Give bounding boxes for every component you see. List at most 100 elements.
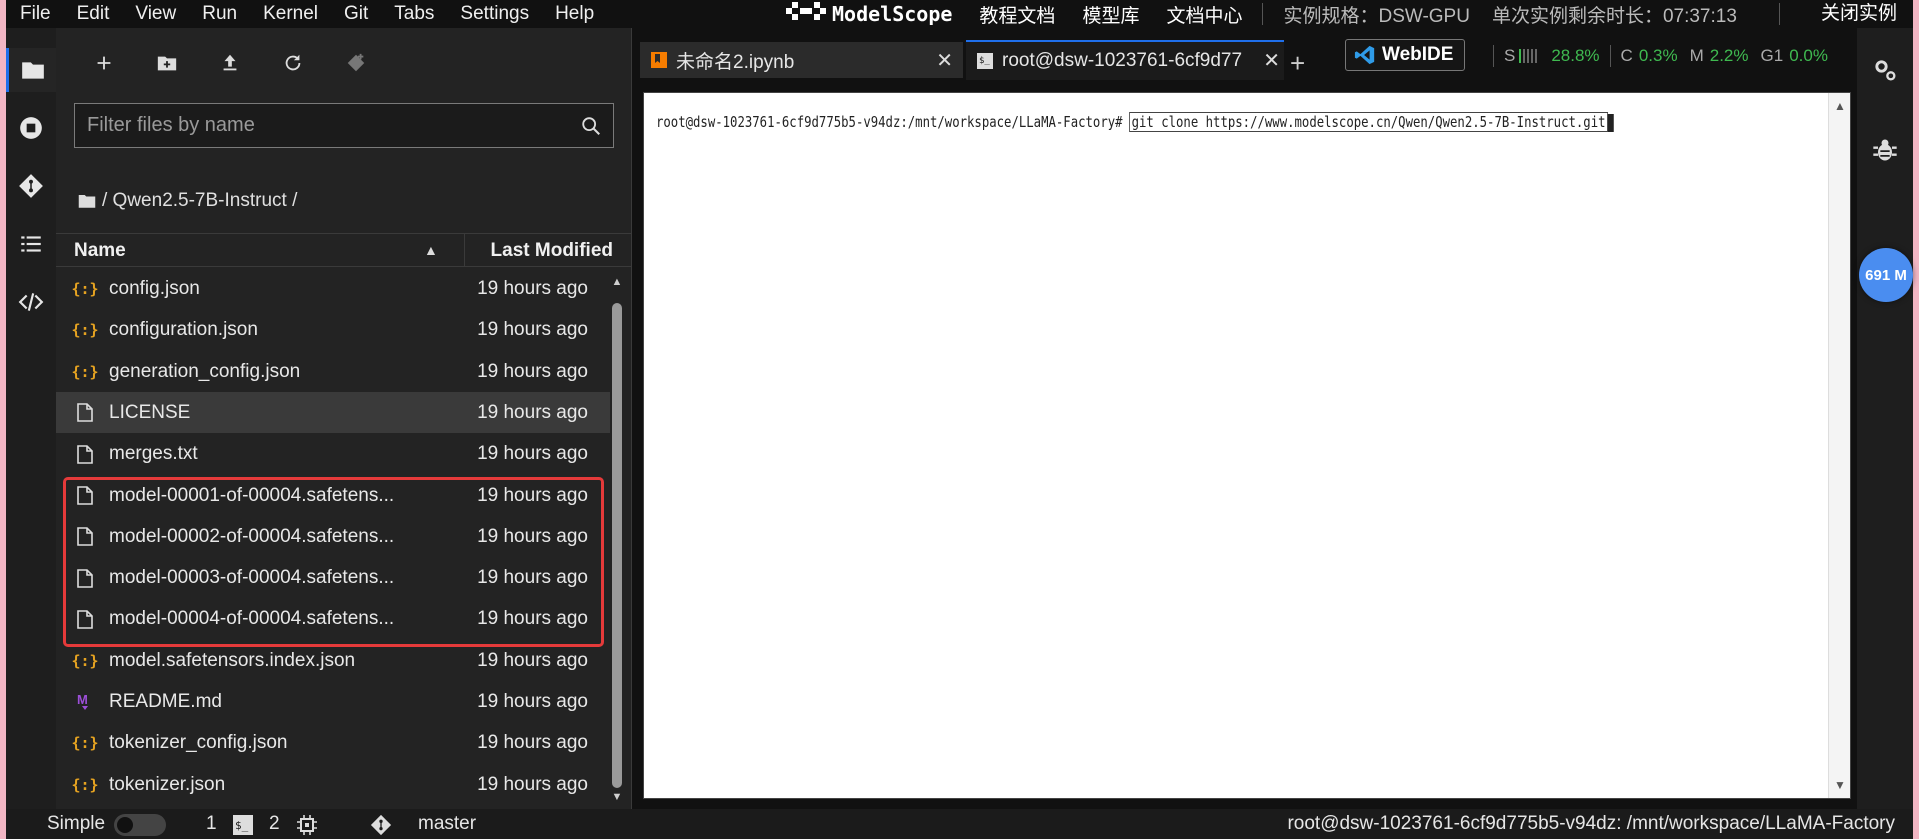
code-snippets-tab[interactable] xyxy=(6,280,56,324)
menu-tabs[interactable]: Tabs xyxy=(381,3,447,25)
kernel-count[interactable]: 1 xyxy=(206,813,217,835)
add-tab-button[interactable]: + xyxy=(1290,48,1305,79)
terminal-count[interactable]: 2 xyxy=(269,813,280,835)
column-divider[interactable] xyxy=(464,234,465,266)
instance-spec: 实例规格：DSW-GPU xyxy=(1283,5,1470,27)
json-file-icon: {:} xyxy=(71,651,99,670)
column-header-name[interactable]: Name xyxy=(74,240,126,262)
file-row[interactable]: LICENSE 19 hours ago xyxy=(56,391,610,433)
menubar: File Edit View Run Kernel Git Tabs Setti… xyxy=(6,0,1913,28)
menu-git[interactable]: Git xyxy=(331,3,381,25)
file-modified: 19 hours ago xyxy=(477,525,588,547)
memory-usage-badge[interactable]: 691 M xyxy=(1859,248,1913,302)
close-instance-button[interactable]: 关闭实例 xyxy=(1821,0,1897,28)
simple-mode-toggle[interactable] xyxy=(114,814,166,836)
menu-kernel[interactable]: Kernel xyxy=(250,3,331,25)
file-row[interactable]: M README.md 19 hours ago xyxy=(56,681,610,722)
stat-m-value: 2.2% xyxy=(1709,46,1749,65)
file-row[interactable]: model-00002-of-00004.safetens... 19 hours… xyxy=(56,516,610,557)
file-name: generation_config.json xyxy=(109,360,301,382)
file-name: configuration.json xyxy=(109,319,258,341)
stat-s-value: 28.8% xyxy=(1551,46,1600,65)
file-browser-tab[interactable] xyxy=(6,48,56,92)
git-branch-name[interactable]: master xyxy=(418,813,476,835)
file-row[interactable]: model-00004-of-00004.safetens... 19 hours… xyxy=(56,598,610,639)
file-row[interactable]: model-00001-of-00004.safetens... 19 hours… xyxy=(56,475,610,516)
stat-g-label: G1 xyxy=(1760,46,1784,65)
column-header-last-modified[interactable]: Last Modified xyxy=(491,240,613,262)
modelscope-logo[interactable]: ModelScope xyxy=(786,1,953,27)
table-of-contents-tab[interactable] xyxy=(6,222,56,266)
file-browser-toolbar xyxy=(56,28,631,90)
file-list-scrollbar[interactable]: ▲ ▼ xyxy=(609,268,625,809)
file-row[interactable]: {:} tokenizer_config.json 19 hours ago xyxy=(56,722,610,763)
file-name: model-00001-of-00004.safetens... xyxy=(109,484,395,506)
file-name: model-00004-of-00004.safetens... xyxy=(109,608,395,630)
refresh-button[interactable] xyxy=(278,48,308,78)
terminal-cursor xyxy=(1607,113,1614,132)
terminal-command[interactable]: git clone https://www.modelscope.cn/Qwen… xyxy=(1129,112,1608,132)
link-tutorial-docs[interactable]: 教程文档 xyxy=(979,1,1055,28)
git-clone-button[interactable] xyxy=(341,48,371,78)
breadcrumb[interactable]: / Qwen2.5-7B-Instruct / xyxy=(78,188,297,214)
stat-separator xyxy=(1609,45,1611,67)
settings-gear-icon[interactable] xyxy=(1871,56,1899,84)
file-row[interactable]: model-00003-of-00004.safetens... 19 hours… xyxy=(56,557,610,598)
menu-settings[interactable]: Settings xyxy=(447,3,542,25)
file-name: model-00003-of-00004.safetens... xyxy=(109,567,395,589)
modelscope-logo-icon xyxy=(786,1,826,27)
modelscope-brand: ModelScope xyxy=(832,2,953,26)
link-doc-center[interactable]: 文档中心 xyxy=(1166,1,1242,28)
folder-icon xyxy=(78,195,96,208)
file-modified: 19 hours ago xyxy=(477,484,588,506)
new-launcher-button[interactable] xyxy=(89,48,119,78)
new-folder-button[interactable] xyxy=(152,48,182,78)
tab-notebook[interactable]: 未命名2.ipynb ✕ xyxy=(640,42,963,78)
file-row[interactable]: {:} configuration.json 19 hours ago xyxy=(56,309,610,350)
scrollbar-thumb[interactable] xyxy=(612,303,622,788)
link-model-library[interactable]: 模型库 xyxy=(1082,1,1139,28)
close-icon[interactable]: ✕ xyxy=(936,48,953,73)
menu-edit[interactable]: Edit xyxy=(64,3,123,25)
file-modified: 19 hours ago xyxy=(477,360,588,382)
stat-c-label: C xyxy=(1620,46,1633,65)
tab-label: root@dsw-1023761-6cf9d77 xyxy=(1002,50,1243,71)
file-modified: 19 hours ago xyxy=(477,278,588,299)
file-filter-input[interactable] xyxy=(75,114,569,137)
upload-button[interactable] xyxy=(215,48,245,78)
debugger-bug-icon[interactable] xyxy=(1871,136,1899,164)
file-row[interactable]: {:} tokenizer.json 19 hours ago xyxy=(56,764,610,805)
terminal-panel[interactable]: root@dsw-1023761-6cf9d775b5-v94dz:/mnt/w… xyxy=(643,92,1851,799)
menu-run[interactable]: Run xyxy=(189,3,250,25)
sort-ascending-icon: ▲ xyxy=(424,242,438,258)
remaining-time: 单次实例剩余时长：07:37:13 xyxy=(1491,5,1737,27)
new-folder-icon xyxy=(157,56,177,71)
scroll-down-icon[interactable]: ▼ xyxy=(1834,778,1846,792)
vscode-icon xyxy=(1354,45,1375,65)
webide-button[interactable]: WebIDE xyxy=(1345,39,1465,71)
git-tab[interactable] xyxy=(6,164,56,208)
file-name: model-00002-of-00004.safetens... xyxy=(109,525,395,547)
terminal-scrollbar[interactable]: ▲ ▼ xyxy=(1828,93,1850,798)
file-row[interactable]: {:} model.safetensors.index.json 19 hours … xyxy=(56,640,610,681)
file-row[interactable]: merges.txt 19 hours ago xyxy=(56,433,610,474)
scroll-up-icon[interactable]: ▲ xyxy=(1834,99,1846,113)
stat-c-value: 0.3% xyxy=(1638,46,1678,65)
scroll-up-icon[interactable]: ▲ xyxy=(611,276,623,288)
git-clone-icon xyxy=(347,53,365,72)
file-modified: 19 hours ago xyxy=(477,401,588,423)
running-kernels-tab[interactable] xyxy=(6,106,56,150)
file-name: LICENSE xyxy=(109,401,191,423)
status-bar: Simple 1 $_ 2 master root@dsw-1023761-6c… xyxy=(6,809,1913,839)
breadcrumb-path[interactable]: / Qwen2.5-7B-Instruct / xyxy=(102,190,297,212)
file-name: config.json xyxy=(109,278,200,299)
stat-separator xyxy=(1493,45,1494,67)
file-row[interactable]: {:} config.json 19 hours ago xyxy=(56,268,610,309)
close-icon[interactable]: ✕ xyxy=(1263,48,1280,73)
file-row[interactable]: {:} generation_config.json 19 hours ago xyxy=(56,351,610,392)
menu-help[interactable]: Help xyxy=(542,3,607,25)
menu-file[interactable]: File xyxy=(6,3,64,25)
scroll-down-icon[interactable]: ▼ xyxy=(611,791,623,803)
tab-terminal[interactable]: $_ root@dsw-1023761-6cf9d77 ✕ xyxy=(966,40,1284,80)
menu-view[interactable]: View xyxy=(122,3,189,25)
